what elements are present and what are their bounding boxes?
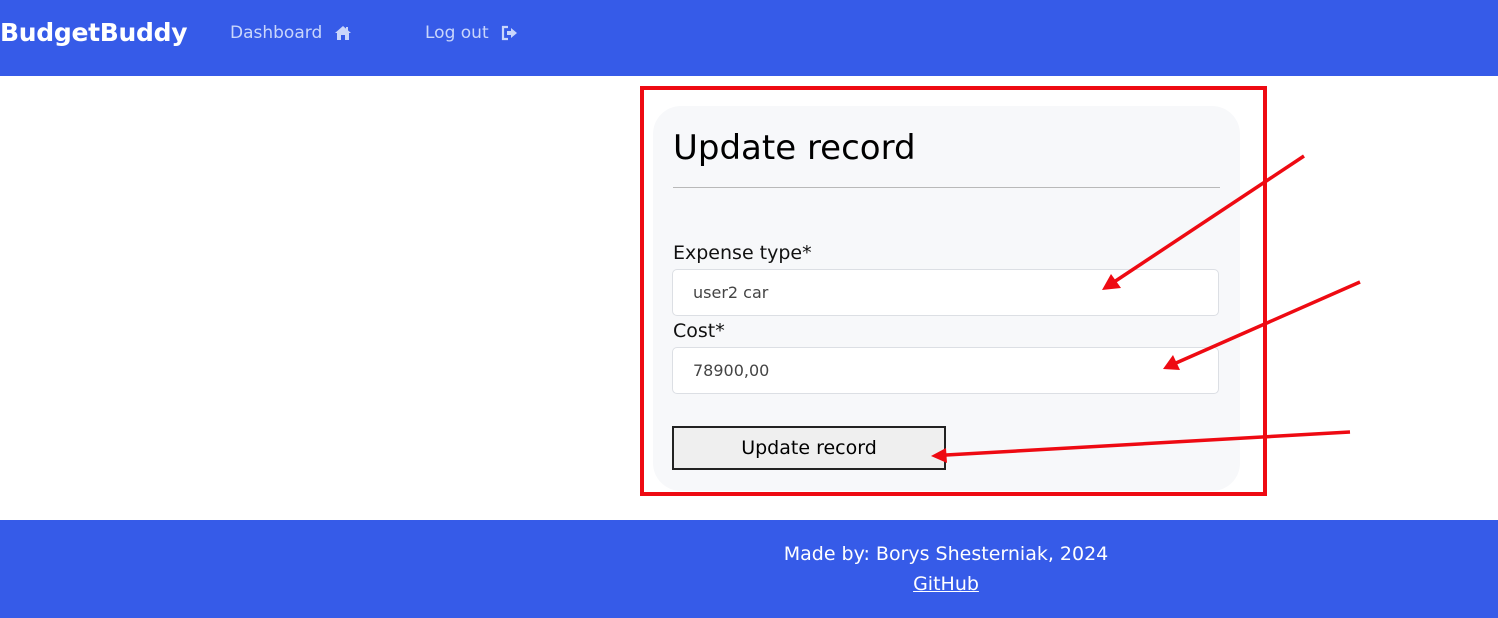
sign-out-icon <box>501 24 519 42</box>
update-record-card: Update record Expense type* Cost* Update… <box>653 106 1240 491</box>
nav-dashboard-label: Dashboard <box>230 23 323 43</box>
update-record-button[interactable]: Update record <box>672 426 946 470</box>
cost-input[interactable] <box>672 347 1219 394</box>
nav-logout-link[interactable]: Log out <box>425 23 519 43</box>
nav-dashboard-link[interactable]: Dashboard <box>230 23 352 43</box>
expense-type-label: Expense type* <box>673 242 812 264</box>
page-title: Update record <box>673 128 916 168</box>
home-icon <box>334 24 352 42</box>
cost-label: Cost* <box>673 320 725 342</box>
brand-logo[interactable]: BudgetBuddy <box>0 18 188 47</box>
title-divider <box>673 187 1220 188</box>
footer-credit: Made by: Borys Shesterniak, 2024 <box>783 543 1109 565</box>
nav-logout-label: Log out <box>425 23 489 43</box>
github-link[interactable]: GitHub <box>913 573 979 595</box>
navbar: BudgetBuddy Dashboard Log out <box>0 0 1498 76</box>
footer: Made by: Borys Shesterniak, 2024 GitHub <box>0 520 1498 618</box>
expense-type-input[interactable] <box>672 269 1219 316</box>
